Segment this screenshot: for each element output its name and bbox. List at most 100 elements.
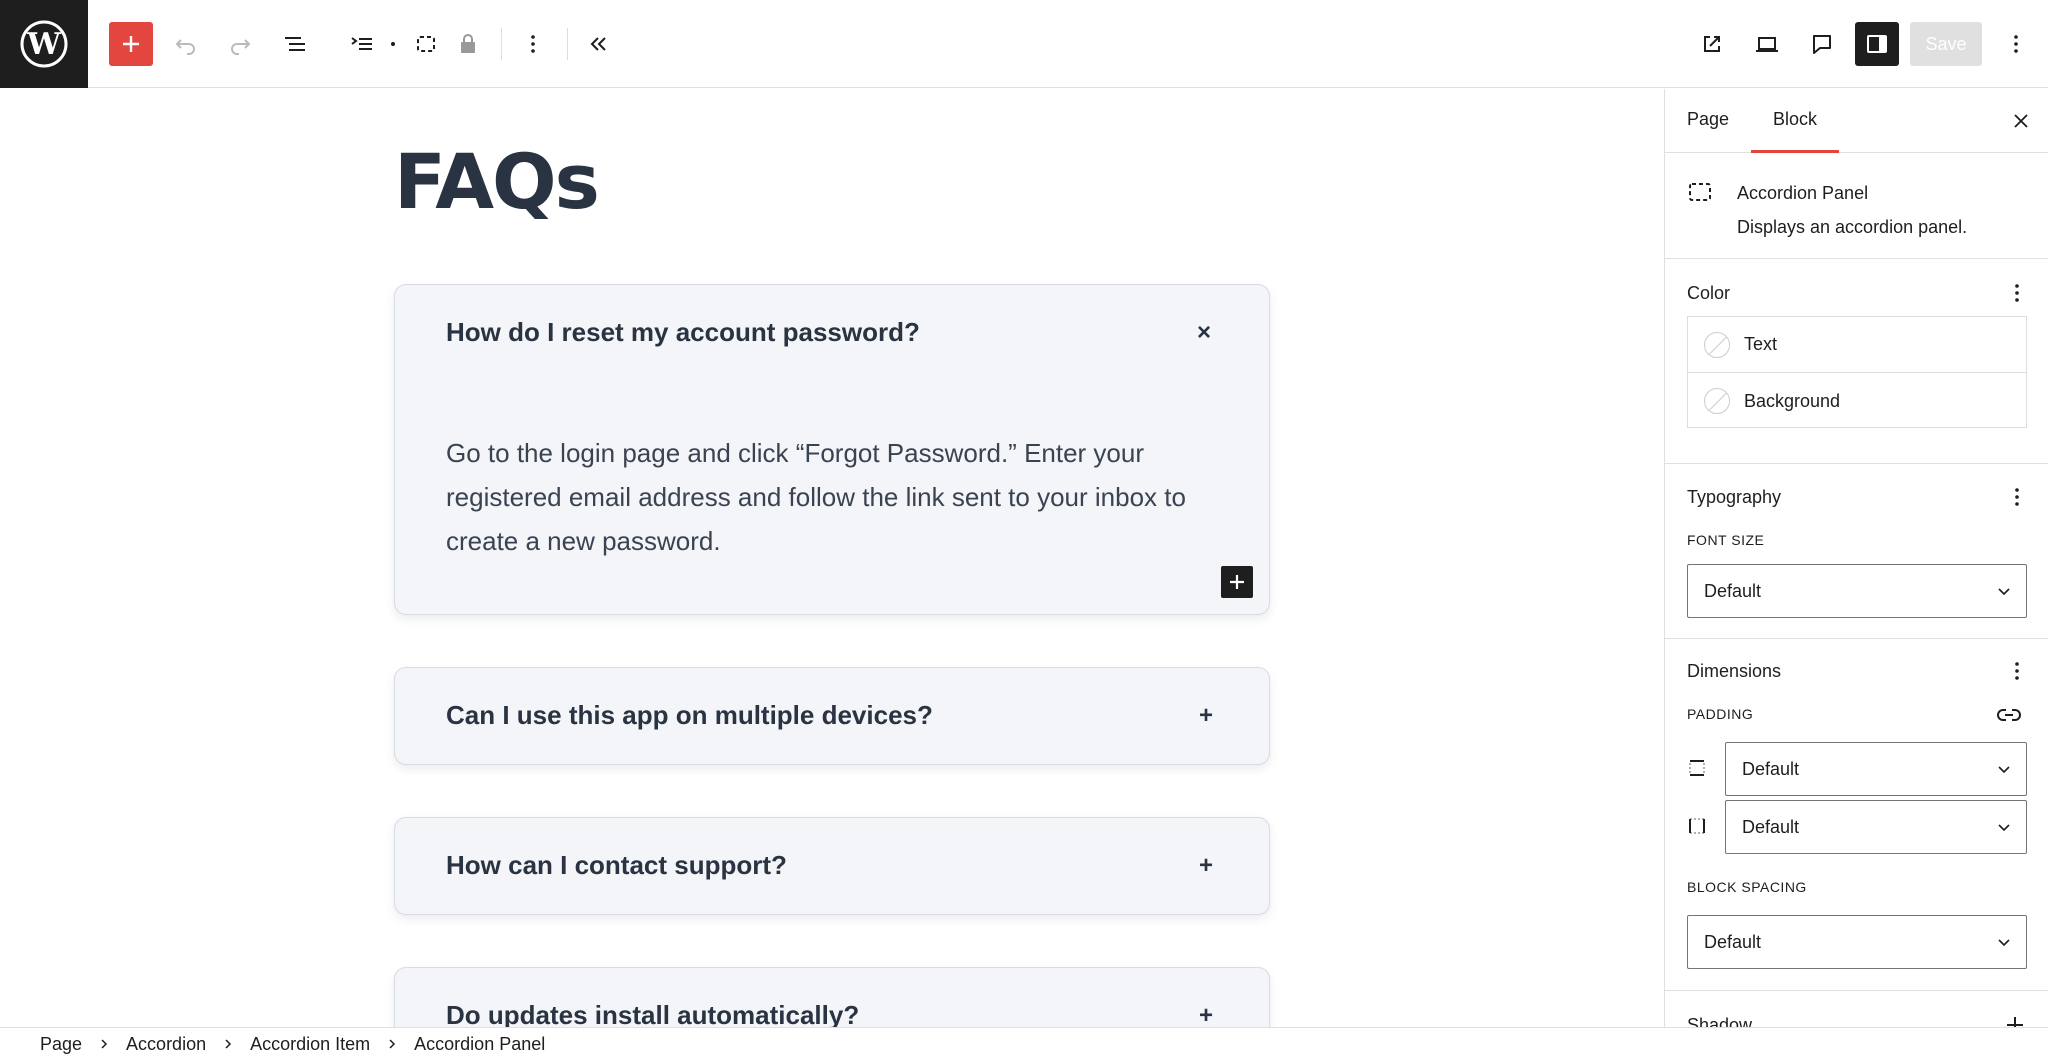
plus-icon[interactable]: + [1199,1004,1213,1028]
list-view-icon [285,37,305,51]
toolbar-divider [501,28,502,60]
undo-icon [175,39,195,55]
plus-icon[interactable]: + [1199,704,1213,728]
accordion-question[interactable]: How can I contact support? [446,850,787,881]
block-spacing-value: Default [1704,932,1762,952]
chevron-down-icon [1998,588,2010,596]
link-icon [1997,709,2021,721]
block-type-button[interactable] [404,22,448,66]
chevron-down-icon [1998,766,2010,774]
close-icon [2014,114,2028,128]
block-card: Accordion Panel Displays an accordion pa… [1665,153,2048,259]
view-page-button[interactable] [1690,22,1734,66]
padding-horizontal-icon [1689,818,1705,834]
color-text-setting[interactable]: Text [1688,317,2026,373]
accordion-item[interactable]: Do updates install automatically? + [394,967,1270,1027]
collapse-toolbar-button[interactable] [577,22,621,66]
editor-canvas[interactable]: FAQs How do I reset my account password?… [0,89,1664,1027]
padding-horizontal-value: Default [1742,817,1800,837]
sidebar-icon [1867,35,1887,53]
dashed-square-icon [417,36,435,52]
color-text-label: Text [1744,334,1778,354]
padding-horizontal-select[interactable]: Default [1725,800,2027,854]
color-options-button[interactable] [2005,281,2029,305]
save-button[interactable]: Save [1910,22,1982,66]
color-settings-group: Text Background [1687,316,2027,428]
block-spacing-label: BLOCK SPACING [1687,879,1807,895]
breadcrumb-item[interactable]: Accordion [126,1034,206,1055]
typography-options-button[interactable] [2005,485,2029,509]
lock-button[interactable] [446,22,490,66]
accordion-question[interactable]: Do updates install automatically? [446,1000,859,1027]
block-navigation-button[interactable] [340,22,384,66]
comments-button[interactable] [1800,22,1844,66]
list-indent-icon [351,37,372,50]
typography-panel: Typography FONT SIZE Default [1665,464,2048,639]
chevron-right-icon [222,1038,234,1050]
shadow-panel: Shadow [1665,991,2048,1027]
dimensions-panel: Dimensions PADDING Default Default BLOCK… [1665,639,2048,991]
redo-button[interactable] [218,22,262,66]
breadcrumb-item-current: Accordion Panel [414,1033,546,1054]
add-block-inline-button[interactable] [1221,566,1253,598]
separator-dot [391,42,395,46]
settings-sidebar-toggle[interactable] [1855,22,1899,66]
font-size-select[interactable]: Default [1687,564,2027,618]
shadow-panel-title: Shadow [1687,1015,1753,1027]
color-background-setting[interactable]: Background [1688,373,2026,429]
undo-button[interactable] [164,22,208,66]
vertical-ellipsis-icon [2014,35,2018,53]
tab-block[interactable]: Block [1773,109,1817,130]
padding-vertical-value: Default [1742,759,1800,779]
accordion-item[interactable]: How can I contact support? + [394,817,1270,915]
accordion-question[interactable]: How do I reset my account password? [446,317,920,348]
color-background-label: Background [1744,390,1841,411]
document-overview-button[interactable] [273,22,317,66]
wordpress-logo-icon[interactable]: W [0,0,88,88]
vertical-ellipsis-icon [531,35,535,53]
block-breadcrumb: Page Accordion Accordion Item Accordion … [0,1027,2048,1060]
font-size-value: Default [1704,581,1762,601]
dimensions-options-button[interactable] [2005,659,2029,683]
svg-text:W: W [26,27,62,62]
comment-icon [1813,35,1831,54]
breadcrumb-item[interactable]: Page [40,1034,82,1055]
add-shadow-button[interactable] [2003,1013,2027,1027]
padding-label: PADDING [1687,706,1754,722]
accordion-item[interactable]: How do I reset my account password? × Go… [394,284,1270,615]
unlink-sides-button[interactable] [1995,701,2023,729]
color-panel-title: Color [1687,283,1731,303]
more-options-button[interactable] [511,22,555,66]
device-preview-button[interactable] [1745,22,1789,66]
lock-icon [461,34,475,53]
options-button[interactable] [1994,22,2038,66]
external-link-icon [1704,36,1720,52]
dimensions-panel-title: Dimensions [1687,661,1782,681]
add-block-button[interactable] [109,22,153,66]
page-title[interactable]: FAQs [394,137,600,226]
close-icon[interactable]: × [1197,321,1211,345]
breadcrumb-item[interactable]: Accordion Item [250,1034,370,1055]
toolbar-divider [567,28,568,60]
padding-vertical-icon [1689,760,1705,776]
vertical-ellipsis-icon [2015,662,2019,680]
sidebar-tabs: Page Block [1665,89,2048,153]
plus-icon[interactable]: + [1199,854,1213,878]
redo-icon [231,39,251,55]
padding-vertical-select[interactable]: Default [1725,742,2027,796]
color-swatch-icon [1704,388,1730,414]
color-swatch-icon [1704,331,1730,358]
accordion-panel[interactable]: Go to the login page and click “Forgot P… [446,431,1226,563]
chevron-down-icon [1998,939,2010,947]
laptop-icon [1756,37,1778,52]
block-description: Displays an accordion panel. [1737,217,1968,237]
block-spacing-select[interactable]: Default [1687,915,2027,969]
accordion-item[interactable]: Can I use this app on multiple devices? … [394,667,1270,765]
vertical-ellipsis-icon [2015,488,2019,506]
tab-page[interactable]: Page [1687,109,1729,130]
close-sidebar-button[interactable] [2007,107,2035,135]
editor-toolbar: W Save [0,0,2048,88]
accordion-question[interactable]: Can I use this app on multiple devices? [446,700,933,731]
typography-panel-title: Typography [1687,487,1782,507]
plus-icon [123,36,139,52]
